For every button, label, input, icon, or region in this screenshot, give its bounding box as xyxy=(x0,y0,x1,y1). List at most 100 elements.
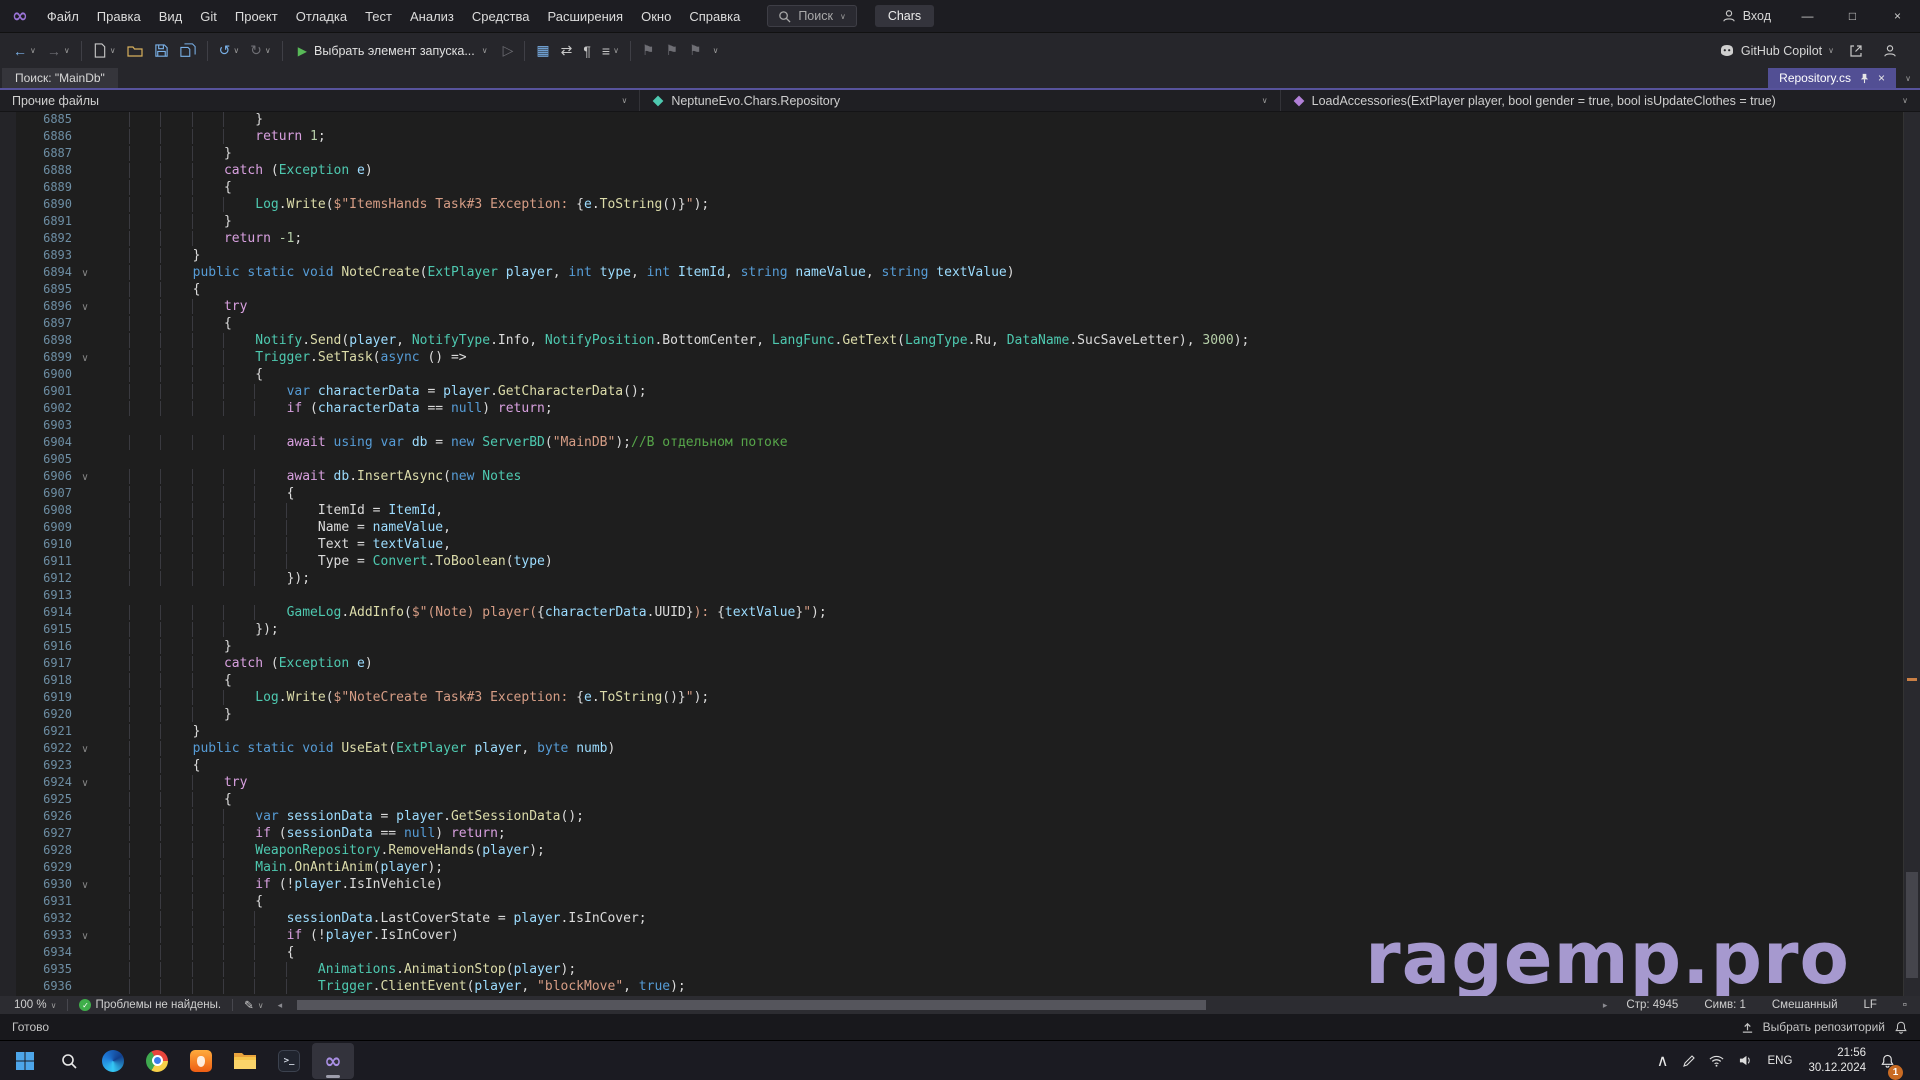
close-tab-icon[interactable]: × xyxy=(1878,71,1885,85)
open-file-button[interactable] xyxy=(122,37,148,64)
switch-view-button[interactable]: ⇄ xyxy=(556,37,578,64)
start-without-debug-button[interactable]: ▷ xyxy=(498,37,519,64)
code-line[interactable]: 6927 if (sessionData == null) return; xyxy=(0,826,1920,843)
github-copilot-button[interactable]: GitHub Copilot ∨ xyxy=(1719,43,1834,59)
file-explorer-button[interactable] xyxy=(224,1043,266,1079)
project-dropdown[interactable]: Прочие файлы ∨ xyxy=(0,90,640,111)
code-line[interactable]: 6901 var characterData = player.GetChara… xyxy=(0,384,1920,401)
horizontal-scrollbar-thumb[interactable] xyxy=(297,1000,1206,1010)
show-whitespace-button[interactable]: ¶ xyxy=(578,37,596,64)
code-line[interactable]: 6890 Log.Write($"ItemsHands Task#3 Excep… xyxy=(0,197,1920,214)
fold-chevron-icon[interactable]: ∨ xyxy=(72,299,98,316)
code-line[interactable]: 6914 GameLog.AddInfo($"(Note) player({ch… xyxy=(0,605,1920,622)
start-button[interactable] xyxy=(4,1043,46,1079)
code-line[interactable]: 6889 { xyxy=(0,180,1920,197)
code-line[interactable]: 6920 } xyxy=(0,707,1920,724)
terminal-button[interactable]: >_ xyxy=(268,1043,310,1079)
code-line[interactable]: 6897 { xyxy=(0,316,1920,333)
split-window-button[interactable]: ▫ xyxy=(1890,996,1920,1014)
line-indicator[interactable]: Стр: 4945 xyxy=(1613,996,1691,1014)
code-line[interactable]: 6896∨ try xyxy=(0,299,1920,316)
code-line[interactable]: 6902 if (characterData == null) return; xyxy=(0,401,1920,418)
send-feedback-button[interactable] xyxy=(1844,37,1868,64)
code-line[interactable]: 6906∨ await db.InsertAsync(new Notes xyxy=(0,469,1920,486)
horizontal-scrollbar[interactable]: ◂ ▸ xyxy=(278,999,1608,1011)
code-line[interactable]: 6918 { xyxy=(0,673,1920,690)
notifications-bell-icon[interactable] xyxy=(1894,1020,1908,1035)
horizontal-scrollbar-track[interactable] xyxy=(284,999,1601,1011)
code-cleanup-button[interactable]: ✎ ∨ xyxy=(236,996,272,1014)
pin-icon[interactable] xyxy=(1859,73,1870,84)
code-line[interactable]: 6886 return 1; xyxy=(0,129,1920,146)
save-button[interactable] xyxy=(149,37,174,64)
scroll-right-icon[interactable]: ▸ xyxy=(1603,1000,1608,1011)
line-options-button[interactable]: ≡∨ xyxy=(597,37,624,64)
code-line[interactable]: 6925 { xyxy=(0,792,1920,809)
code-line[interactable]: 6898 Notify.Send(player, NotifyType.Info… xyxy=(0,333,1920,350)
type-dropdown[interactable]: NeptuneEvo.Chars.Repository ∨ xyxy=(640,90,1280,111)
code-line[interactable]: 6892 return -1; xyxy=(0,231,1920,248)
code-line[interactable]: 6905 xyxy=(0,452,1920,469)
code-line[interactable]: 6888 catch (Exception e) xyxy=(0,163,1920,180)
code-line[interactable]: 6929 Main.OnAntiAnim(player); xyxy=(0,860,1920,877)
vertical-scrollbar[interactable] xyxy=(1903,112,1920,996)
fold-chevron-icon[interactable]: ∨ xyxy=(72,877,98,894)
code-line[interactable]: 6893 } xyxy=(0,248,1920,265)
edge-button[interactable] xyxy=(92,1043,134,1079)
column-indicator[interactable]: Симв: 1 xyxy=(1691,996,1759,1014)
taskbar-search-button[interactable] xyxy=(48,1043,90,1079)
notification-center-button[interactable]: 1 xyxy=(1876,1046,1903,1076)
code-line[interactable]: 6916 } xyxy=(0,639,1920,656)
code-line[interactable]: 6919 Log.Write($"NoteCreate Task#3 Excep… xyxy=(0,690,1920,707)
code-line[interactable]: 6895 { xyxy=(0,282,1920,299)
code-line[interactable]: 6891 } xyxy=(0,214,1920,231)
fold-chevron-icon[interactable]: ∨ xyxy=(72,741,98,758)
code-line[interactable]: 6913 xyxy=(0,588,1920,605)
code-line[interactable]: 6921 } xyxy=(0,724,1920,741)
member-dropdown[interactable]: LoadAccessories(ExtPlayer player, bool g… xyxy=(1281,90,1920,111)
menu-item[interactable]: Git xyxy=(191,0,226,32)
toolbar-overflow-button[interactable]: ∨ xyxy=(708,37,724,64)
solution-name-badge[interactable]: Chars xyxy=(875,5,934,27)
navigate-back-button[interactable]: ←∨ xyxy=(8,37,41,64)
code-line[interactable]: 6907 { xyxy=(0,486,1920,503)
clock[interactable]: 21:56 30.12.2024 xyxy=(1802,1046,1872,1075)
document-tab-active[interactable]: Repository.cs × xyxy=(1768,68,1896,88)
fold-chevron-icon[interactable]: ∨ xyxy=(72,265,98,282)
next-bookmark-button[interactable]: ⚑ xyxy=(684,37,707,64)
code-line[interactable]: 6909 Name = nameValue, xyxy=(0,520,1920,537)
code-line[interactable]: 6908 ItemId = ItemId, xyxy=(0,503,1920,520)
menu-item[interactable]: Средства xyxy=(463,0,539,32)
bookmark-button[interactable]: ⚑ xyxy=(637,37,660,64)
vertical-scrollbar-thumb[interactable] xyxy=(1906,872,1918,978)
orange-app-button[interactable] xyxy=(180,1043,222,1079)
code-line[interactable]: 6930∨ if (!player.IsInVehicle) xyxy=(0,877,1920,894)
tray-expand-button[interactable]: ∧ xyxy=(1652,1046,1674,1076)
tray-network-icon[interactable] xyxy=(1704,1046,1729,1076)
menu-item[interactable]: Расширения xyxy=(538,0,632,32)
code-line[interactable]: 6922∨ public static void UseEat(ExtPlaye… xyxy=(0,741,1920,758)
save-all-button[interactable] xyxy=(175,37,201,64)
menu-item[interactable]: Справка xyxy=(680,0,749,32)
close-button[interactable]: × xyxy=(1875,0,1920,32)
code-line[interactable]: 6899∨ Trigger.SetTask(async () => xyxy=(0,350,1920,367)
quick-search-box[interactable]: Поиск ∨ xyxy=(767,5,857,27)
live-share-button[interactable] xyxy=(1878,37,1902,64)
minimize-button[interactable]: — xyxy=(1785,0,1830,32)
code-editor[interactable]: 6885 }6886 return 1;6887 }6888 catch (Ex… xyxy=(0,112,1920,996)
language-indicator[interactable]: ENG xyxy=(1762,1055,1799,1067)
code-line[interactable]: 6904 await using var db = new ServerBD("… xyxy=(0,435,1920,452)
visual-studio-button[interactable]: ∞ xyxy=(312,1043,354,1079)
eol-indicator[interactable]: LF xyxy=(1851,996,1890,1014)
code-line[interactable]: 6923 { xyxy=(0,758,1920,775)
scroll-left-icon[interactable]: ◂ xyxy=(278,1000,283,1011)
search-results-tab[interactable]: Поиск: "MainDb" xyxy=(2,68,118,88)
fold-chevron-icon[interactable]: ∨ xyxy=(72,775,98,792)
menu-item[interactable]: Файл xyxy=(38,0,88,32)
code-line[interactable]: 6885 } xyxy=(0,112,1920,129)
maximize-button[interactable]: □ xyxy=(1830,0,1875,32)
tab-list-button[interactable]: ∨ xyxy=(1896,68,1920,88)
code-line[interactable]: 6911 Type = Convert.ToBoolean(type) xyxy=(0,554,1920,571)
code-line[interactable]: 6903 xyxy=(0,418,1920,435)
fold-chevron-icon[interactable]: ∨ xyxy=(72,350,98,367)
